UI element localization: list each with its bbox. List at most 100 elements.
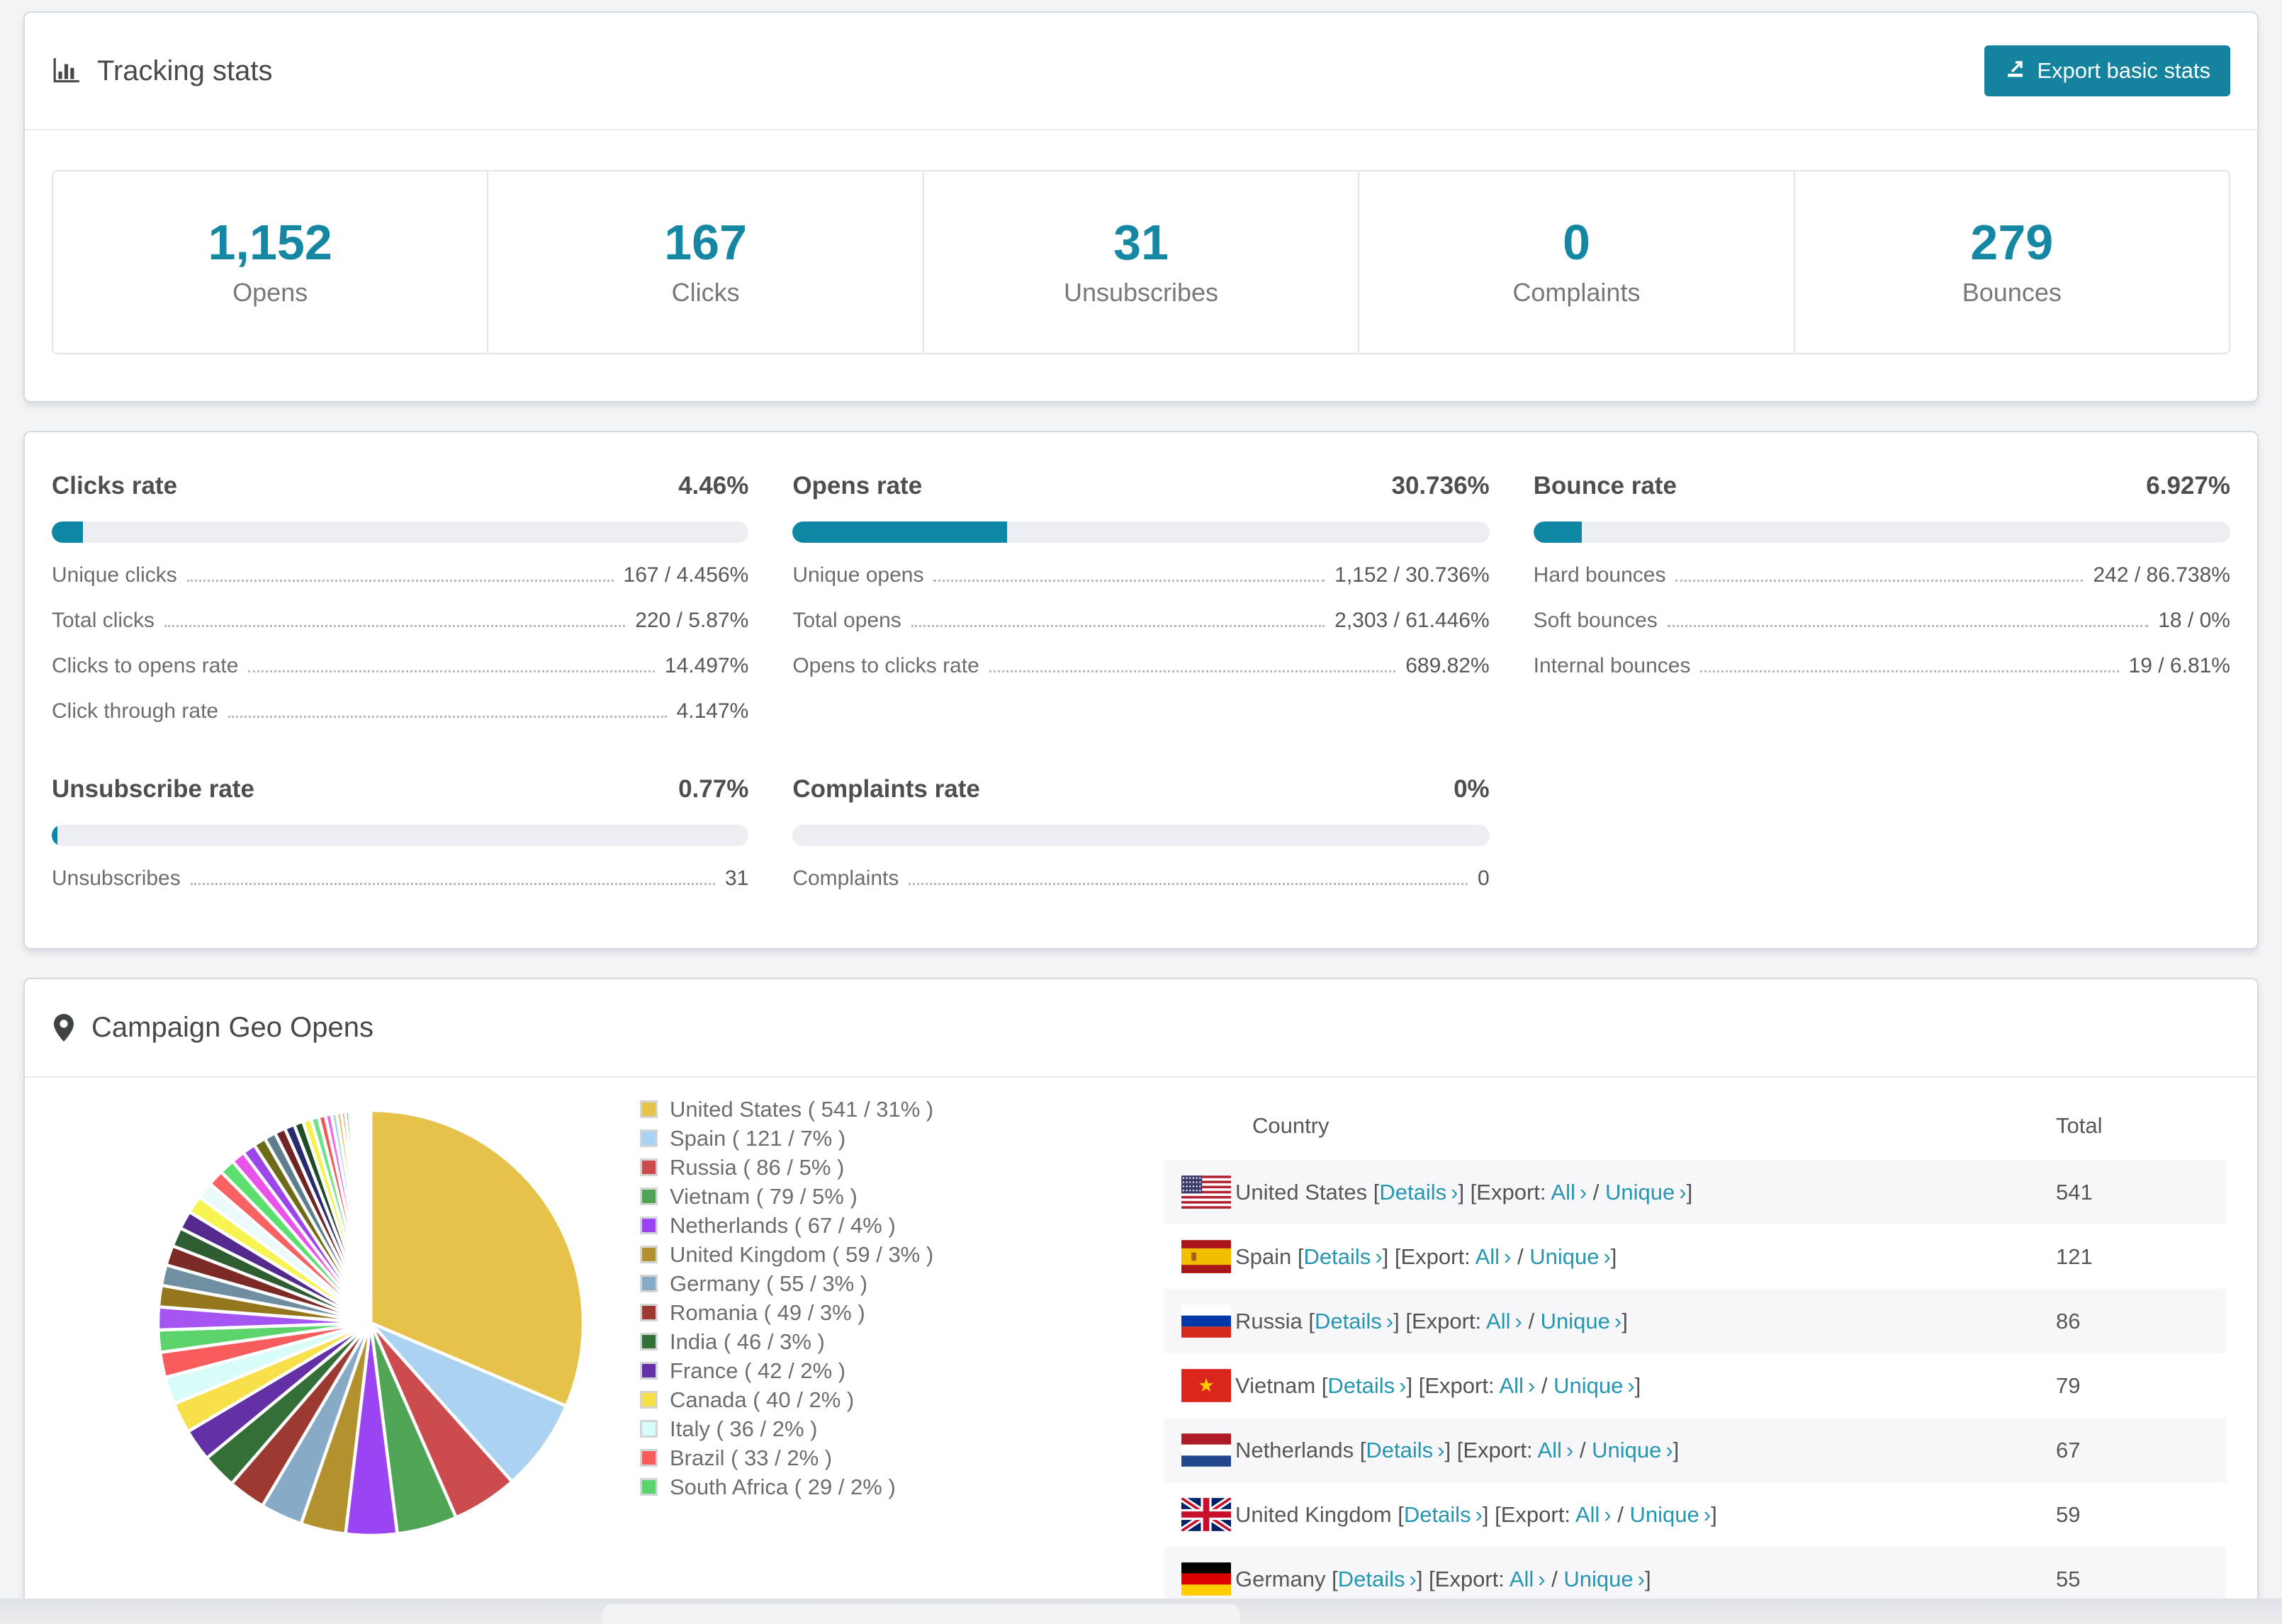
stat-value: 1,152 (208, 215, 332, 270)
chevron-right-icon: › (1637, 1566, 1645, 1591)
header-divider (25, 129, 2257, 130)
rate-progress-bar (52, 825, 749, 846)
legend-swatch (640, 1188, 658, 1205)
detail-value: 2,303 / 61.446% (1334, 609, 1490, 632)
total-cell: 55 (2056, 1566, 2081, 1591)
legend-label: France ( 42 / 2% ) (670, 1358, 846, 1383)
rate-value: 4.46% (678, 472, 749, 500)
detail-value: 220 / 5.87% (635, 609, 749, 632)
legend-item-united-states: United States ( 541 / 31% ) (640, 1095, 1058, 1124)
legend-swatch (640, 1275, 658, 1292)
country-name: United States (1235, 1179, 1373, 1205)
chevron-right-icon: › (1475, 1501, 1483, 1527)
gb-flag-icon (1164, 1482, 1235, 1547)
legend-item-russia: Russia ( 86 / 5% ) (640, 1153, 1058, 1182)
ru-flag-icon (1164, 1289, 1235, 1353)
export-label: Export: (1500, 1501, 1575, 1527)
rate-progress-fill (52, 521, 83, 543)
rate-detail-row: Clicks to opens rate 14.497% (52, 653, 748, 679)
rate-detail-row: Unique clicks 167 / 4.456% (52, 563, 748, 588)
rate-detail-row: Complaints 0 (792, 866, 1489, 891)
geo-table-row-es: Spain [Details ›] [Export: All › / Unique ›… (1164, 1224, 2226, 1289)
export-all-link[interactable]: All (1551, 1180, 1575, 1205)
export-all-link[interactable]: All (1510, 1567, 1534, 1591)
dotted-leader (1675, 580, 2084, 582)
tracking-stats-title-text: Tracking stats (97, 55, 273, 86)
scrollbar-thumb[interactable] (602, 1604, 1240, 1624)
pie-slice-other-53[interactable] (368, 1108, 373, 1324)
export-unique-link[interactable]: Unique (1529, 1244, 1599, 1269)
slash: / (1511, 1244, 1530, 1269)
chevron-right-icon: › (1566, 1437, 1574, 1462)
rate-progress-fill (52, 825, 57, 846)
details-link[interactable]: Details (1304, 1244, 1371, 1269)
detail-value: 14.497% (664, 654, 749, 677)
details-link[interactable]: Details (1327, 1373, 1395, 1398)
detail-value: 4.147% (676, 699, 749, 723)
country-name: Russia (1235, 1308, 1309, 1333)
details-link[interactable]: Details (1404, 1502, 1471, 1527)
details-link[interactable]: Details (1366, 1438, 1433, 1462)
dotted-leader (933, 580, 1325, 582)
geo-table-row-gb: United Kingdom [Details ›] [Export: All › … (1164, 1482, 2226, 1547)
detail-label: Unsubscribes (52, 867, 181, 890)
total-cell: 541 (2056, 1179, 2093, 1205)
details-link[interactable]: Details (1338, 1567, 1405, 1591)
us-flag-icon (1164, 1160, 1235, 1224)
export-label: Export: (1411, 1308, 1487, 1333)
dotted-leader (248, 670, 655, 672)
legend-item-germany: Germany ( 55 / 3% ) (640, 1269, 1058, 1298)
export-all-link[interactable]: All (1486, 1309, 1510, 1333)
export-unique-link[interactable]: Unique (1541, 1309, 1610, 1333)
rates-card: Clicks rate 4.46% Unique clicks 167 / 4.456… (23, 431, 2259, 949)
campaign-geo-opens-card: Campaign Geo Opens United States ( 541 /… (23, 978, 2259, 1606)
details-link[interactable]: Details (1315, 1309, 1382, 1333)
dotted-leader (1700, 670, 2119, 672)
legend-label: Netherlands ( 67 / 4% ) (670, 1212, 896, 1238)
horizontal-scrollbar[interactable] (0, 1598, 2282, 1624)
rate-detail-row: Total clicks 220 / 5.87% (52, 608, 748, 633)
es-flag-icon (1164, 1224, 1235, 1289)
export-unique-link[interactable]: Unique (1553, 1373, 1623, 1398)
rate-progress-bar (1533, 521, 2230, 543)
legend-item-france: France ( 42 / 2% ) (640, 1356, 1058, 1385)
export-all-link[interactable]: All (1476, 1244, 1500, 1269)
detail-label: Click through rate (52, 699, 219, 723)
country-cell: Russia [Details ›] [Export: All › / Unique… (1235, 1289, 2056, 1353)
export-unique-link[interactable]: Unique (1605, 1180, 1675, 1205)
export-all-link[interactable]: All (1575, 1502, 1600, 1527)
legend-swatch (640, 1100, 658, 1118)
stats-strip: 1,152 Opens 167 Clicks 31 Unsubscribes 0 Compla… (52, 170, 2230, 354)
export-all-link[interactable]: All (1499, 1373, 1523, 1398)
country-name: United Kingdom (1235, 1501, 1398, 1527)
details-link[interactable]: Details (1379, 1180, 1446, 1205)
export-unique-link[interactable]: Unique (1563, 1567, 1633, 1591)
export-unique-link[interactable]: Unique (1629, 1502, 1699, 1527)
country-name: Vietnam (1235, 1372, 1322, 1398)
export-all-link[interactable]: All (1537, 1438, 1561, 1462)
map-pin-icon (52, 1013, 76, 1044)
export-basic-stats-button[interactable]: Export basic stats (1984, 45, 2230, 96)
legend-swatch (640, 1478, 658, 1496)
geo-table-row-ru: Russia [Details ›] [Export: All › / Unique… (1164, 1289, 2226, 1353)
legend-swatch (640, 1362, 658, 1380)
export-unique-link[interactable]: Unique (1592, 1438, 1661, 1462)
rate-detail-row: Total opens 2,303 / 61.446% (792, 608, 1489, 633)
stat-box-unsubscribes: 31 Unsubscribes (922, 171, 1358, 353)
chevron-right-icon: › (1527, 1372, 1536, 1398)
chevron-right-icon: › (1579, 1179, 1587, 1205)
bracket: ] [ (1393, 1308, 1412, 1333)
detail-label: Opens to clicks rate (792, 654, 979, 677)
country-name: Netherlands (1235, 1437, 1360, 1462)
chevron-right-icon: › (1603, 1244, 1611, 1269)
detail-label: Complaints (792, 867, 899, 890)
rate-progress-fill (1533, 521, 1582, 543)
country-cell: United Kingdom [Details ›] [Export: All › … (1235, 1482, 2056, 1547)
bracket: ] (1711, 1501, 1717, 1527)
legend-item-india: India ( 46 / 3% ) (640, 1327, 1058, 1356)
stat-value: 31 (1113, 215, 1169, 270)
rate-title: Clicks rate (52, 472, 178, 500)
slash: / (1545, 1566, 1564, 1591)
bracket: ] (1634, 1372, 1641, 1398)
geo-pie-chart[interactable] (52, 1078, 640, 1550)
